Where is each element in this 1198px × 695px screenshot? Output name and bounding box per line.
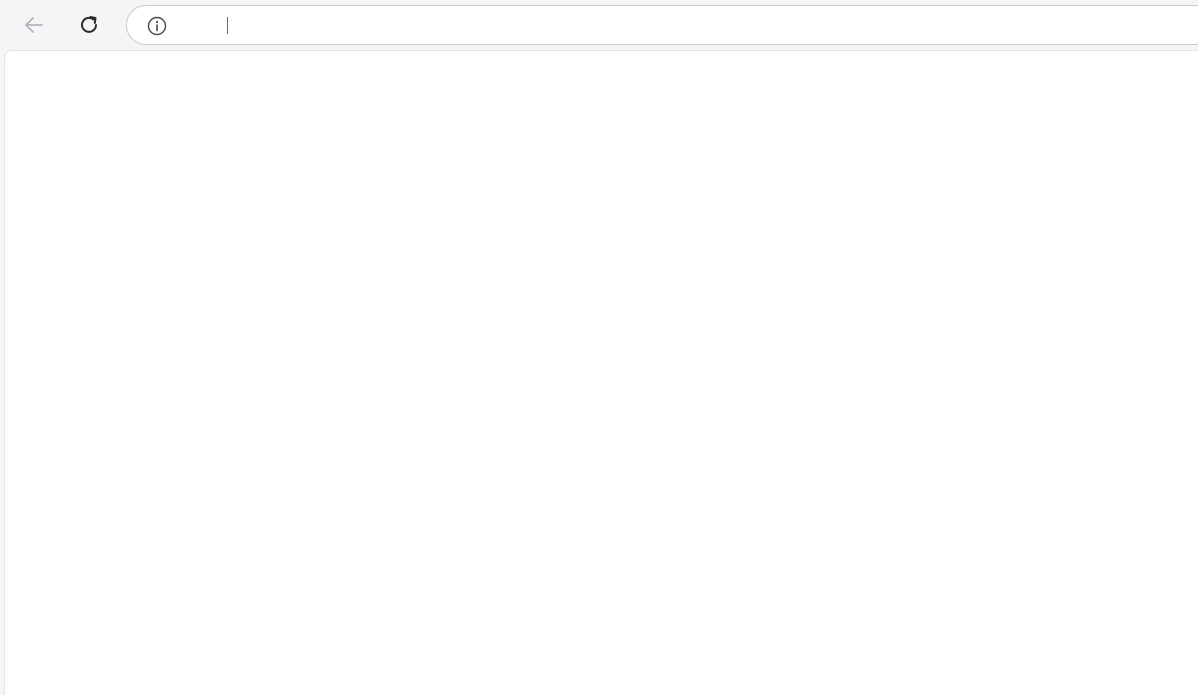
reload-icon <box>81 16 97 33</box>
address-separator <box>227 17 228 34</box>
info-icon[interactable] <box>147 16 167 36</box>
address-bar[interactable] <box>126 5 1198 45</box>
arrow-left-icon <box>25 17 43 33</box>
reload-button[interactable] <box>73 9 105 41</box>
browser-toolbar <box>0 0 1198 50</box>
page-content <box>4 50 1198 695</box>
back-button[interactable] <box>18 9 50 41</box>
